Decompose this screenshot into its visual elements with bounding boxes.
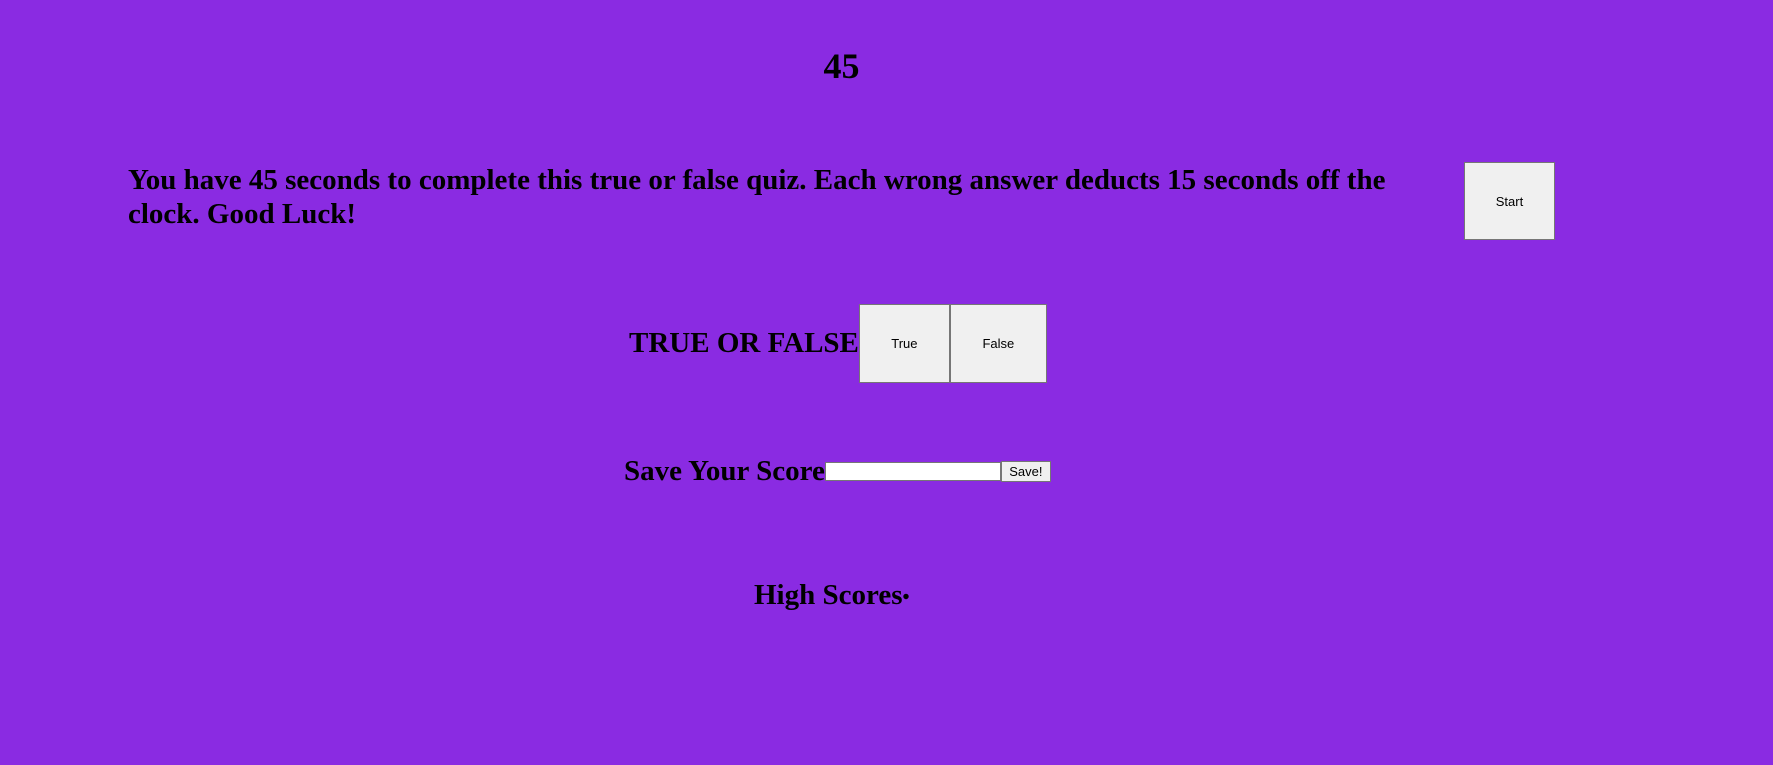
timer-display: 45 [823, 46, 860, 86]
start-button[interactable]: Start [1464, 162, 1555, 240]
initials-input[interactable] [824, 461, 1001, 481]
high-scores-list-bullet: • [902, 586, 910, 609]
question-section: TRUE OR FALSE True False [629, 304, 1047, 383]
save-score-section: Save Your Score Save! [624, 451, 1051, 491]
false-button[interactable]: False [949, 304, 1047, 383]
save-button[interactable]: Save! [1000, 460, 1051, 482]
high-scores-section: High Scores• [754, 575, 910, 617]
question-text: TRUE OR FALSE [629, 327, 859, 359]
high-scores-title: High Scores [754, 579, 903, 611]
true-button[interactable]: True [858, 304, 950, 383]
save-score-label: Save Your Score [624, 454, 825, 487]
quiz-instructions: You have 45 seconds to complete this tru… [128, 164, 1386, 230]
